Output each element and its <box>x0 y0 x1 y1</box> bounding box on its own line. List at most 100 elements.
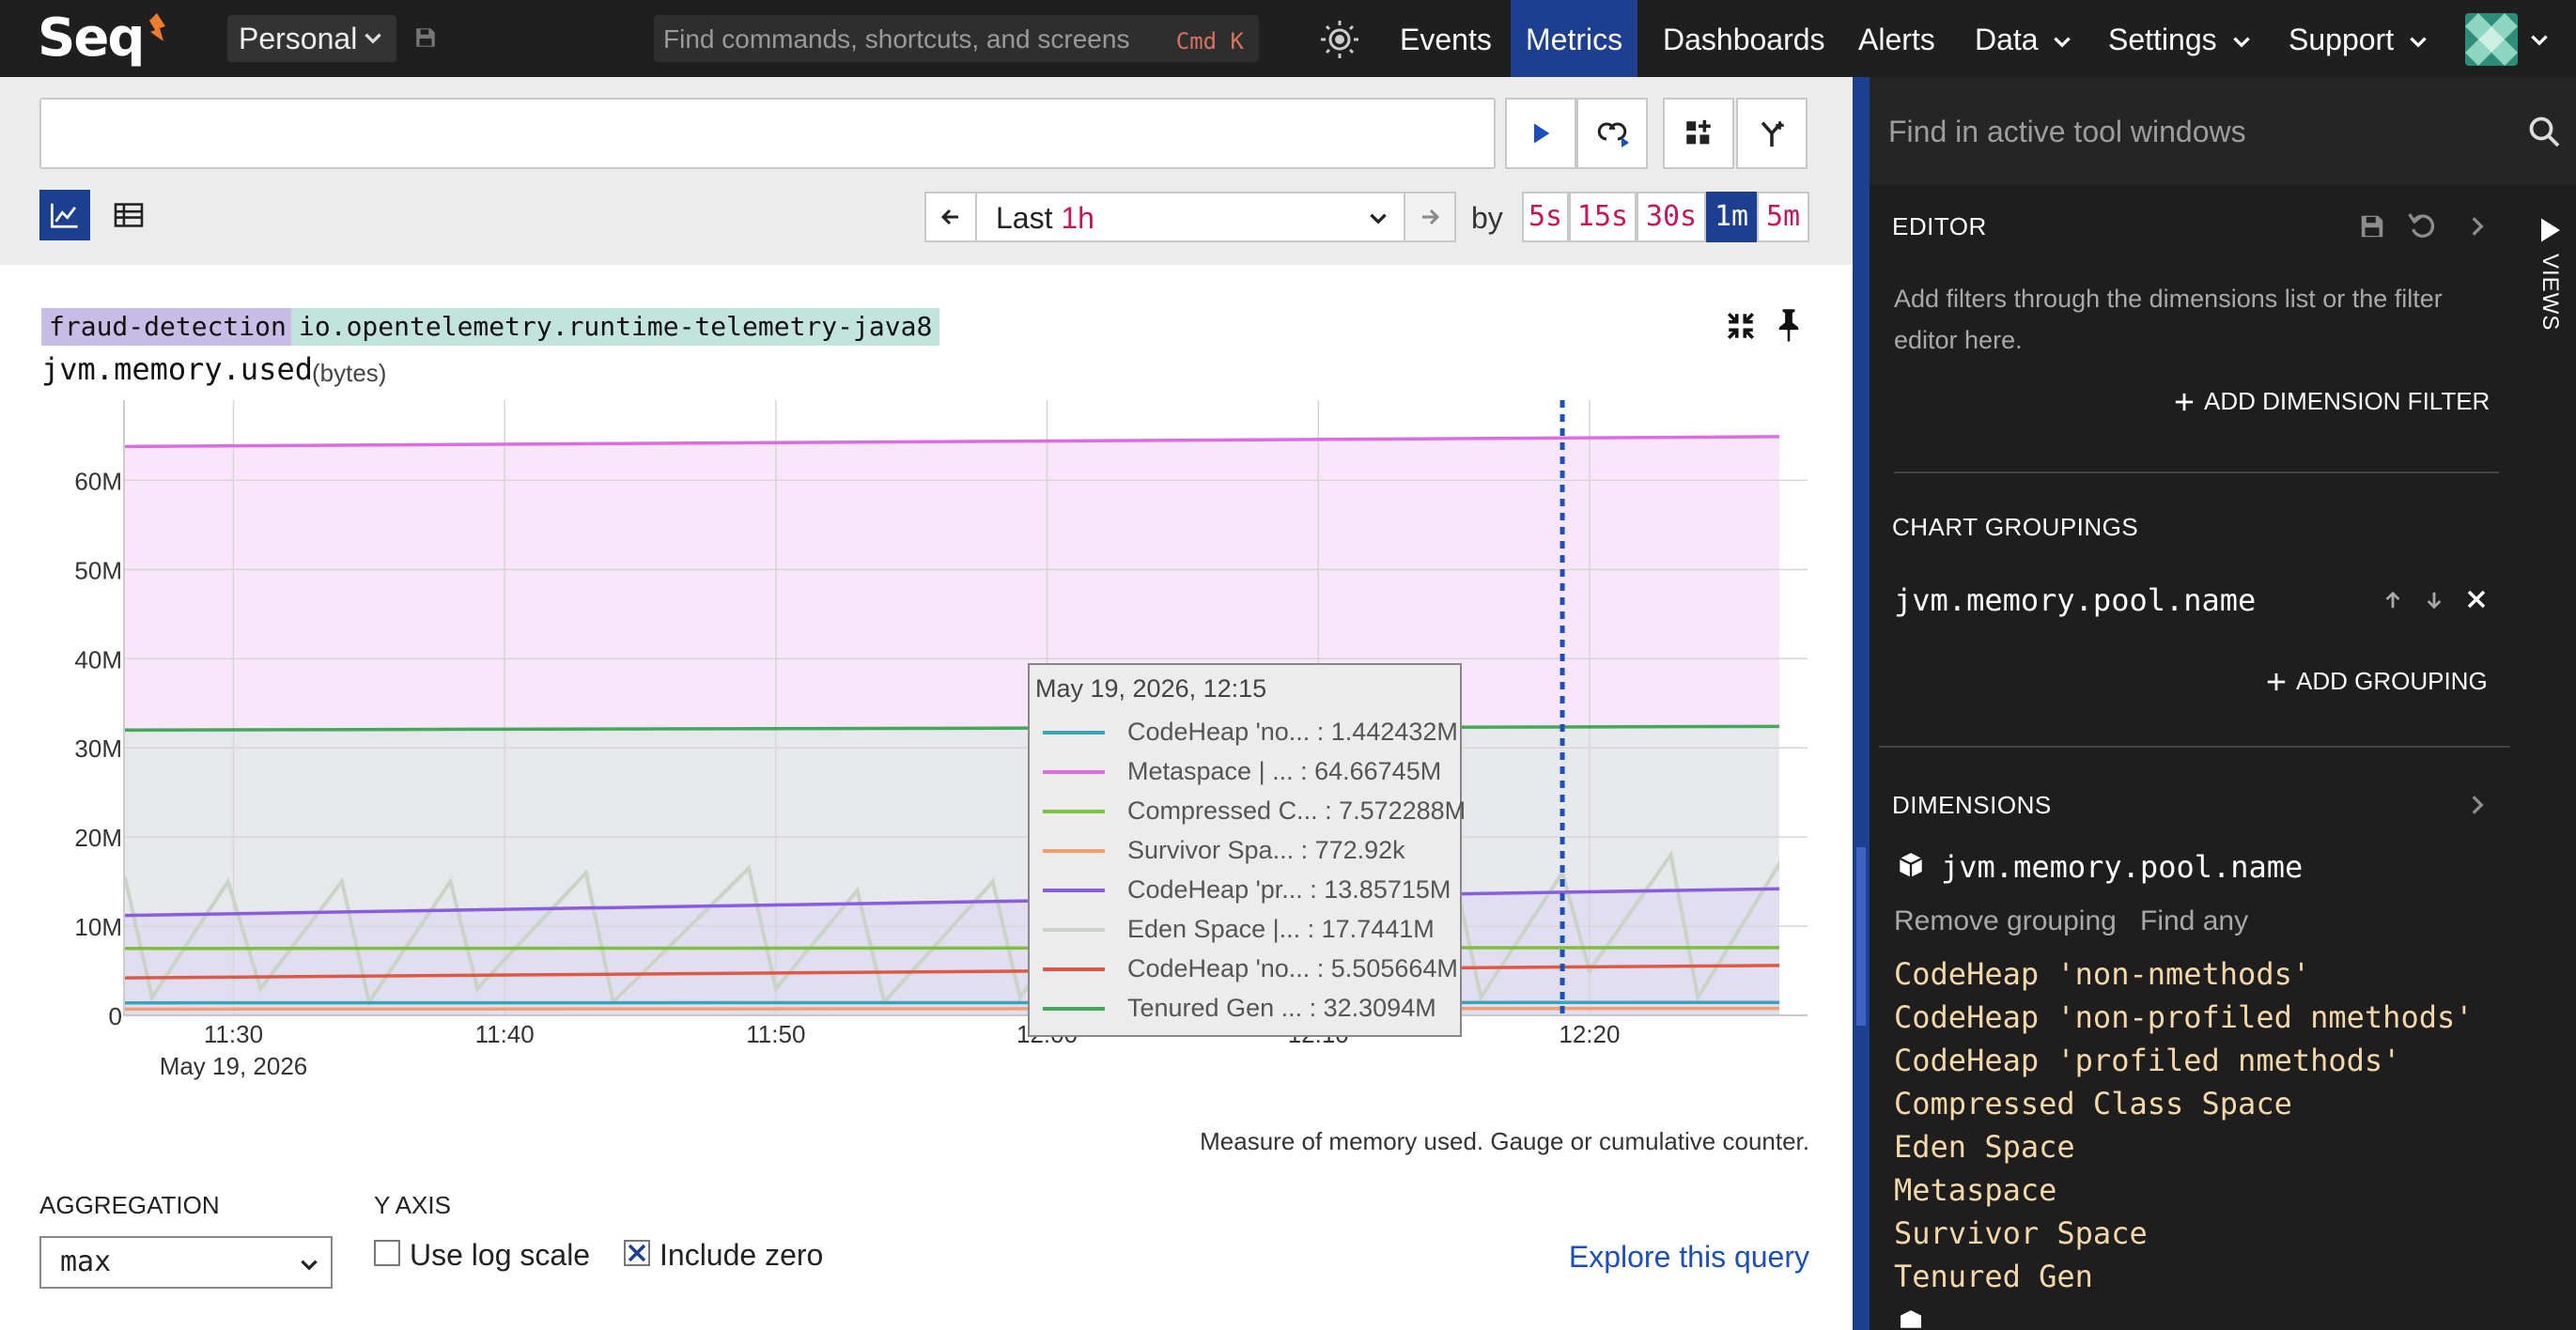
expand-triangle-icon[interactable] <box>2538 216 2563 244</box>
explore-query-link[interactable]: Explore this query <box>1569 1240 1809 1275</box>
nav-support[interactable]: Support <box>2273 0 2445 77</box>
save-icon[interactable] <box>2358 212 2386 240</box>
log-scale-label: Use log scale <box>410 1238 591 1272</box>
interval-1m[interactable]: 1m <box>1706 192 1757 242</box>
close-icon[interactable] <box>2465 588 2488 611</box>
theme-toggle-icon[interactable] <box>1319 19 1360 60</box>
aggregation-select[interactable]: max <box>39 1236 333 1289</box>
nav-alerts[interactable]: Alerts <box>1843 0 1950 77</box>
query-input[interactable] <box>39 98 1496 169</box>
run-query-button[interactable] <box>1505 98 1576 169</box>
save-icon[interactable] <box>413 24 438 51</box>
editor-hint: Add filters through the dimensions list … <box>1894 285 2443 354</box>
panel-search[interactable]: Find in active tool windows <box>1870 77 2576 186</box>
plus-icon <box>2175 393 2194 411</box>
tooltip-row-text: Metaspace | ... : 64.66745M <box>1127 757 1442 785</box>
views-strip[interactable] <box>2520 186 2576 1330</box>
include-zero-label: Include zero <box>660 1238 824 1272</box>
interval-5s[interactable]: 5s <box>1522 192 1569 242</box>
nav-events[interactable]: Events <box>1385 0 1507 77</box>
command-search-placeholder: Find commands, shortcuts, and screens <box>663 24 1130 54</box>
chevron-right-icon[interactable] <box>2465 212 2490 240</box>
range-forward-button[interactable] <box>1404 192 1456 242</box>
chart-view-toggle[interactable] <box>39 190 90 240</box>
table-view-toggle[interactable] <box>103 190 154 240</box>
add-grouping-label: ADD GROUPING <box>2296 667 2488 695</box>
dimension-value[interactable]: CodeHeap 'profiled nmethods' <box>1894 1043 2400 1078</box>
aggregation-label: AGGREGATION <box>39 1191 220 1219</box>
add-alert-button[interactable] <box>1736 98 1808 169</box>
time-range-select[interactable]: Last 1h <box>975 192 1405 242</box>
interval-15s[interactable]: 15s <box>1569 192 1637 242</box>
series-line <box>125 1006 1779 1012</box>
collapse-icon[interactable] <box>1725 310 1757 342</box>
tooltip-row-text: Compressed C... : 7.572288M <box>1127 796 1466 825</box>
interval-30s[interactable]: 30s <box>1637 192 1706 242</box>
dimension-value[interactable]: Tenured Gen <box>1894 1259 2093 1294</box>
panel-resize-handle[interactable] <box>1853 77 1870 1330</box>
tooltip-row: Metaspace | ... : 64.66745M <box>1043 753 1456 793</box>
range-back-button[interactable] <box>924 192 977 242</box>
x-tick-label: 11:30 <box>204 1020 263 1048</box>
check-x-icon <box>628 1244 646 1262</box>
dimension-value[interactable]: CodeHeap 'non-nmethods' <box>1894 956 2310 992</box>
app-logo[interactable]: Seq <box>38 8 145 70</box>
shortcut-hint: Cmd K <box>1175 28 1244 54</box>
chevron-right-icon[interactable] <box>2465 791 2490 819</box>
nav-dashboards-label: Dashboards <box>1663 23 1825 56</box>
by-label: by <box>1471 201 1503 235</box>
metric-chart[interactable]: 010M20M30M40M50M60M11:3011:4011:5012:001… <box>0 376 1853 1090</box>
chevron-down-icon <box>301 1260 318 1271</box>
y-tick-label: 60M <box>74 467 122 495</box>
tag-service[interactable]: fraud-detection <box>41 308 294 346</box>
flame-icon <box>149 13 165 41</box>
tooltip-row: CodeHeap 'no... : 5.505664M <box>1043 951 1458 990</box>
command-search[interactable]: Find commands, shortcuts, and screens Cm… <box>654 15 1259 62</box>
add-dimension-filter-button[interactable]: ADD DIMENSION FILTER <box>2174 387 2490 416</box>
series-swatch <box>1043 889 1105 892</box>
dimension-value[interactable]: Metaspace <box>1894 1172 2056 1208</box>
pin-icon[interactable] <box>1776 308 1802 342</box>
refresh-query-button[interactable] <box>1576 98 1648 169</box>
tag-scope[interactable]: io.opentelemetry.runtime-telemetry-java8 <box>291 308 940 346</box>
log-scale-checkbox[interactable] <box>374 1240 400 1266</box>
include-zero-checkbox[interactable] <box>624 1240 650 1266</box>
nav-settings[interactable]: Settings <box>2093 0 2269 77</box>
workspace-selector[interactable]: Personal <box>227 15 396 62</box>
search-icon <box>2529 116 2560 147</box>
dimensions-heading: DIMENSIONS <box>1892 791 2052 819</box>
find-any-link[interactable]: Find any <box>2140 905 2248 937</box>
branch-add-icon <box>1761 121 1784 147</box>
panel-search-placeholder: Find in active tool windows <box>1888 115 2246 148</box>
resize-grip[interactable] <box>1856 847 1866 1026</box>
x-tick-label: 12:20 <box>1559 1020 1620 1048</box>
nav-settings-label: Settings <box>2108 23 2217 56</box>
views-tab[interactable]: VIEWS <box>2537 254 2563 331</box>
tooltip-row: Compressed C... : 7.572288M <box>1043 793 1466 832</box>
dimension-value[interactable]: Compressed Class Space <box>1894 1086 2292 1121</box>
nav-data-label: Data <box>1975 23 2039 56</box>
add-to-dashboard-button[interactable] <box>1663 98 1734 169</box>
arrow-down-icon[interactable] <box>2424 588 2444 612</box>
nav-dashboards[interactable]: Dashboards <box>1648 0 1840 77</box>
arrow-up-icon[interactable] <box>2382 588 2403 612</box>
add-grouping-button[interactable]: ADD GROUPING <box>2266 667 2488 696</box>
yaxis-label: Y AXIS <box>374 1191 451 1219</box>
aggregation-value: max <box>60 1245 112 1278</box>
table-icon <box>114 203 144 227</box>
interval-5m[interactable]: 5m <box>1757 192 1809 242</box>
nav-data[interactable]: Data <box>1960 0 2089 77</box>
user-avatar[interactable] <box>2465 13 2518 66</box>
dimension-value[interactable]: Survivor Space <box>1894 1215 2148 1251</box>
nav-metrics[interactable]: Metrics <box>1511 0 1638 77</box>
undo-icon[interactable] <box>2407 210 2437 240</box>
play-icon <box>1534 123 1550 144</box>
cube-icon <box>1899 853 1923 877</box>
dimension-value[interactable]: CodeHeap 'non-profiled nmethods' <box>1894 999 2474 1035</box>
metric-description: Measure of memory used. Gauge or cumulat… <box>1200 1127 1809 1155</box>
divider <box>1894 472 2499 473</box>
x-axis-subtitle: May 19, 2026 <box>160 1052 308 1080</box>
chevron-down-icon[interactable] <box>2527 28 2552 53</box>
dimension-value[interactable]: Eden Space <box>1894 1129 2075 1165</box>
remove-grouping-link[interactable]: Remove grouping <box>1894 905 2117 937</box>
